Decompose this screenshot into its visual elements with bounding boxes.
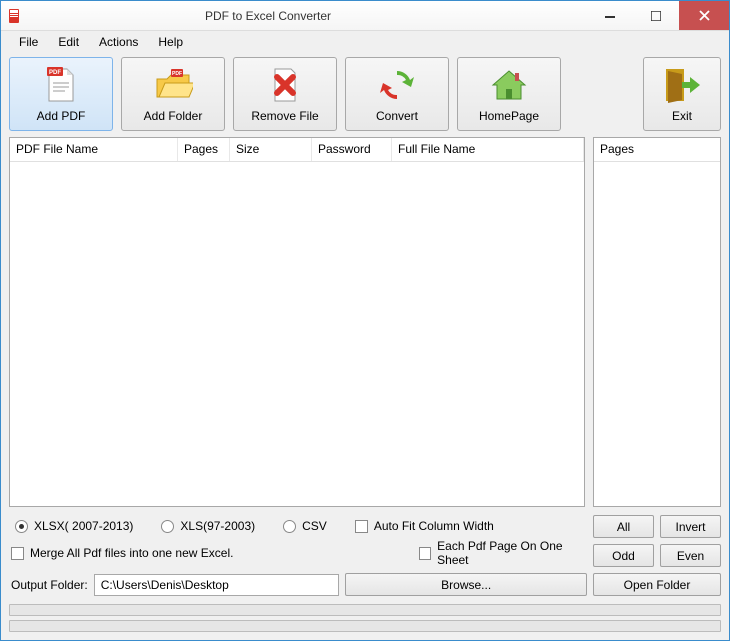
browse-button[interactable]: Browse... — [345, 573, 587, 596]
col-pages-panel[interactable]: Pages — [594, 138, 720, 161]
checkbox-each-page[interactable]: Each Pdf Page On One Sheet — [419, 539, 585, 567]
window: PDF to Excel Converter File Edit Actions… — [0, 0, 730, 641]
radio-xls[interactable]: XLS(97-2003) — [161, 519, 255, 533]
exit-icon — [662, 65, 702, 105]
radio-xlsx[interactable]: XLSX( 2007-2013) — [15, 519, 133, 533]
col-size[interactable]: Size — [230, 138, 312, 161]
app-icon — [7, 8, 23, 24]
output-folder-label: Output Folder: — [11, 578, 88, 592]
remove-icon — [265, 65, 305, 105]
remove-file-button[interactable]: Remove File — [233, 57, 337, 131]
open-folder-button[interactable]: Open Folder — [593, 573, 721, 596]
convert-label: Convert — [376, 109, 418, 123]
progress-bar-2 — [9, 620, 721, 632]
menubar: File Edit Actions Help — [1, 31, 729, 53]
convert-button[interactable]: Convert — [345, 57, 449, 131]
menu-actions[interactable]: Actions — [89, 33, 148, 51]
file-list[interactable]: PDF File Name Pages Size Password Full F… — [9, 137, 585, 507]
exit-button[interactable]: Exit — [643, 57, 721, 131]
svg-text:PDF: PDF — [172, 71, 182, 77]
homepage-button[interactable]: HomePage — [457, 57, 561, 131]
output-row: Output Folder: Browse... Open Folder — [1, 571, 729, 600]
add-folder-label: Add Folder — [144, 109, 203, 123]
progress-area — [1, 600, 729, 640]
add-pdf-button[interactable]: PDF Add PDF — [9, 57, 113, 131]
radio-icon — [161, 520, 174, 533]
radio-csv[interactable]: CSV — [283, 519, 327, 533]
checkbox-icon — [355, 520, 368, 533]
add-pdf-label: Add PDF — [37, 109, 86, 123]
exit-label: Exit — [672, 109, 692, 123]
col-pdf-file-name[interactable]: PDF File Name — [10, 138, 178, 161]
menu-file[interactable]: File — [9, 33, 48, 51]
pages-list-headers: Pages — [594, 138, 720, 162]
main-area: PDF File Name Pages Size Password Full F… — [1, 137, 729, 515]
checkbox-merge[interactable]: Merge All Pdf files into one new Excel. — [11, 546, 391, 560]
radio-icon — [15, 520, 28, 533]
radio-icon — [283, 520, 296, 533]
odd-button[interactable]: Odd — [593, 544, 654, 567]
col-full-file-name[interactable]: Full File Name — [392, 138, 584, 161]
add-folder-button[interactable]: PDF Add Folder — [121, 57, 225, 131]
col-password[interactable]: Password — [312, 138, 392, 161]
file-list-headers: PDF File Name Pages Size Password Full F… — [10, 138, 584, 162]
checkbox-icon — [11, 547, 24, 560]
homepage-label: HomePage — [479, 109, 539, 123]
checkbox-autofit[interactable]: Auto Fit Column Width — [355, 519, 494, 533]
col-pages[interactable]: Pages — [178, 138, 230, 161]
bottom-panel: XLSX( 2007-2013) XLS(97-2003) CSV Auto F… — [1, 515, 729, 571]
svg-text:PDF: PDF — [49, 70, 61, 76]
output-folder-input[interactable] — [94, 574, 340, 596]
progress-bar-1 — [9, 604, 721, 616]
file-list-body[interactable] — [10, 162, 584, 506]
checkbox-icon — [419, 547, 431, 560]
pdf-icon: PDF — [41, 65, 81, 105]
pages-list[interactable]: Pages — [593, 137, 721, 507]
menu-help[interactable]: Help — [148, 33, 193, 51]
toolbar: PDF Add PDF PDF Add Folder Remove File C… — [1, 53, 729, 137]
convert-icon — [377, 65, 417, 105]
window-title: PDF to Excel Converter — [29, 9, 587, 23]
pages-list-body[interactable] — [594, 162, 720, 506]
even-button[interactable]: Even — [660, 544, 721, 567]
home-icon — [489, 65, 529, 105]
folder-icon: PDF — [153, 65, 193, 105]
minimize-button[interactable] — [587, 1, 633, 30]
menu-edit[interactable]: Edit — [48, 33, 89, 51]
options-panel: XLSX( 2007-2013) XLS(97-2003) CSV Auto F… — [9, 519, 585, 567]
all-button[interactable]: All — [593, 515, 654, 538]
titlebar: PDF to Excel Converter — [1, 1, 729, 31]
remove-file-label: Remove File — [251, 109, 318, 123]
page-select-buttons: All Invert Odd Even — [593, 515, 721, 567]
maximize-button[interactable] — [633, 1, 679, 30]
invert-button[interactable]: Invert — [660, 515, 721, 538]
window-buttons — [587, 1, 729, 30]
close-button[interactable] — [679, 1, 729, 30]
